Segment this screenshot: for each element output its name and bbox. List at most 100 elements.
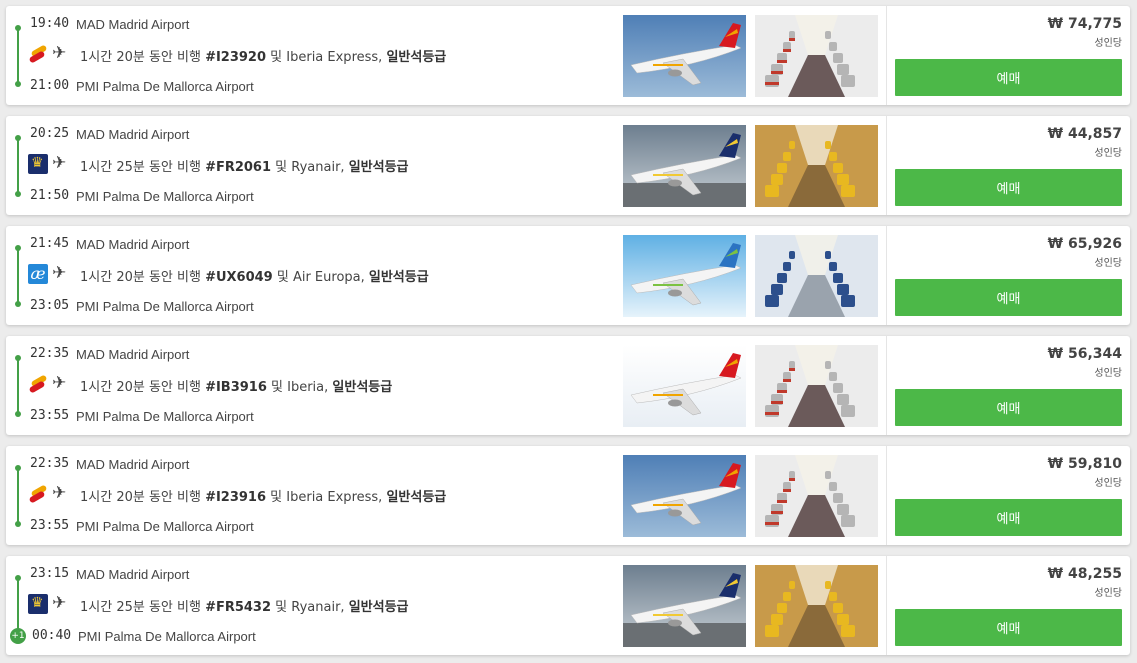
conjunction: 및 bbox=[266, 380, 288, 395]
book-button[interactable]: 예매 bbox=[895, 389, 1122, 426]
arrival-dot bbox=[15, 81, 21, 87]
flight-results-list: 19:40 MAD Madrid Airport ✈ 1시간 20분 동안 비행… bbox=[6, 6, 1130, 663]
ryanair-logo bbox=[28, 594, 48, 614]
ryanair-logo bbox=[28, 154, 48, 174]
itinerary-timeline bbox=[15, 25, 21, 87]
itinerary-timeline bbox=[15, 245, 21, 307]
aircraft-photo bbox=[623, 125, 746, 207]
price: ₩ 44,857 bbox=[1047, 126, 1122, 142]
next-day-badge: +1 bbox=[10, 628, 26, 644]
arrival-airport: PMI Palma De Mallorca Airport bbox=[76, 299, 254, 314]
cabin-photo bbox=[755, 565, 878, 647]
timeline-line bbox=[17, 28, 19, 84]
aircraft-photo bbox=[623, 345, 746, 427]
book-button[interactable]: 예매 bbox=[895, 609, 1122, 646]
arrival-time: 23:55 bbox=[30, 518, 70, 533]
plane-icon: ✈ bbox=[52, 263, 67, 283]
departure-airport: MAD Madrid Airport bbox=[76, 567, 190, 582]
cabin-photo bbox=[755, 345, 878, 427]
price: ₩ 56,344 bbox=[1047, 346, 1122, 362]
flight-details: 1시간 25분 동안 비행 #FR5432 및 Ryanair, 일반석등급 bbox=[80, 596, 409, 615]
flight-duration: 1시간 20분 동안 비행 bbox=[80, 490, 206, 505]
price-divider bbox=[886, 226, 887, 325]
itinerary-timeline bbox=[15, 135, 21, 197]
conjunction: 및 bbox=[266, 490, 287, 505]
plane-icon: ✈ bbox=[52, 483, 67, 503]
cabin-class: 일반석등급 bbox=[348, 160, 409, 175]
book-button[interactable]: 예매 bbox=[895, 169, 1122, 206]
cabin-photo bbox=[755, 125, 878, 207]
flight-details: 1시간 20분 동안 비행 #UX6049 및 Air Europa, 일반석등… bbox=[80, 266, 429, 285]
arrival-airport: PMI Palma De Mallorca Airport bbox=[76, 189, 254, 204]
flight-card: 20:25 MAD Madrid Airport ✈ 1시간 25분 동안 비행… bbox=[6, 116, 1130, 215]
price-divider bbox=[886, 336, 887, 435]
departure-time: 21:45 bbox=[30, 236, 70, 251]
departure-time: 23:15 bbox=[30, 566, 70, 581]
cabin-photo bbox=[755, 15, 878, 97]
departure-time: 22:35 bbox=[30, 456, 70, 471]
arrival-dot bbox=[15, 411, 21, 417]
arrival-airport: PMI Palma De Mallorca Airport bbox=[76, 519, 254, 534]
plane-icon: ✈ bbox=[52, 43, 67, 63]
cabin-photo bbox=[755, 235, 878, 317]
book-button[interactable]: 예매 bbox=[895, 59, 1122, 96]
flight-card: 22:35 MAD Madrid Airport ✈ 1시간 20분 동안 비행… bbox=[6, 336, 1130, 435]
arrival-time: 00:40 bbox=[32, 628, 72, 643]
cabin-class: 일반석등급 bbox=[386, 490, 447, 505]
timeline-line bbox=[17, 468, 19, 524]
aircraft-photo bbox=[623, 15, 746, 97]
price-divider bbox=[886, 556, 887, 655]
airline-name: Iberia Express bbox=[286, 50, 379, 65]
separator: , bbox=[360, 270, 369, 285]
aircraft-photo bbox=[623, 455, 746, 537]
airline-name: Ryanair bbox=[291, 600, 341, 615]
arrival-airport: PMI Palma De Mallorca Airport bbox=[78, 629, 256, 644]
flight-number: #FR5432 bbox=[205, 600, 272, 615]
arrival-airport: PMI Palma De Mallorca Airport bbox=[76, 409, 254, 424]
aircraft-photo bbox=[623, 565, 746, 647]
air-europa-logo: æ bbox=[28, 264, 48, 284]
arrival-time: 23:55 bbox=[30, 408, 70, 423]
timeline-line bbox=[17, 578, 19, 634]
cabin-class: 일반석등급 bbox=[368, 270, 429, 285]
flight-details: 1시간 20분 동안 비행 #IB3916 및 Iberia, 일반석등급 bbox=[80, 376, 392, 395]
flight-number: #I23920 bbox=[205, 50, 267, 65]
cabin-photo bbox=[755, 455, 878, 537]
departure-dot bbox=[15, 465, 21, 471]
book-button[interactable]: 예매 bbox=[895, 279, 1122, 316]
airline-name: Ryanair bbox=[291, 160, 341, 175]
flight-duration: 1시간 20분 동안 비행 bbox=[80, 50, 206, 65]
flight-details: 1시간 20분 동안 비행 #I23920 및 Iberia Express, … bbox=[80, 46, 446, 65]
plane-icon: ✈ bbox=[52, 373, 67, 393]
departure-dot bbox=[15, 135, 21, 141]
cabin-class: 일반석등급 bbox=[386, 50, 447, 65]
price: ₩ 74,775 bbox=[1047, 16, 1122, 32]
departure-airport: MAD Madrid Airport bbox=[76, 347, 190, 362]
price-per-adult: 성인당 bbox=[1094, 148, 1122, 159]
flight-number: #IB3916 bbox=[205, 380, 267, 395]
price-per-adult: 성인당 bbox=[1094, 258, 1122, 269]
departure-time: 19:40 bbox=[30, 16, 70, 31]
airline-name: Iberia Express bbox=[286, 490, 379, 505]
price-divider bbox=[886, 6, 887, 105]
departure-dot bbox=[15, 245, 21, 251]
plane-icon: ✈ bbox=[52, 153, 67, 173]
price-per-adult: 성인당 bbox=[1094, 478, 1122, 489]
price-per-adult: 성인당 bbox=[1094, 588, 1122, 599]
flight-card: +1 23:15 MAD Madrid Airport ✈ 1시간 25분 동안… bbox=[6, 556, 1130, 655]
flight-details: 1시간 20분 동안 비행 #I23916 및 Iberia Express, … bbox=[80, 486, 446, 505]
arrival-airport: PMI Palma De Mallorca Airport bbox=[76, 79, 254, 94]
flight-duration: 1시간 20분 동안 비행 bbox=[80, 270, 206, 285]
iberia-logo bbox=[28, 484, 48, 504]
flight-details: 1시간 25분 동안 비행 #FR2061 및 Ryanair, 일반석등급 bbox=[80, 156, 409, 175]
arrival-dot bbox=[15, 521, 21, 527]
aircraft-photo bbox=[623, 235, 746, 317]
departure-dot bbox=[15, 355, 21, 361]
price: ₩ 65,926 bbox=[1047, 236, 1122, 252]
book-button[interactable]: 예매 bbox=[895, 499, 1122, 536]
price-per-adult: 성인당 bbox=[1094, 38, 1122, 49]
departure-airport: MAD Madrid Airport bbox=[76, 127, 190, 142]
timeline-line bbox=[17, 248, 19, 304]
arrival-time: 21:50 bbox=[30, 188, 70, 203]
price: ₩ 48,255 bbox=[1047, 566, 1122, 582]
